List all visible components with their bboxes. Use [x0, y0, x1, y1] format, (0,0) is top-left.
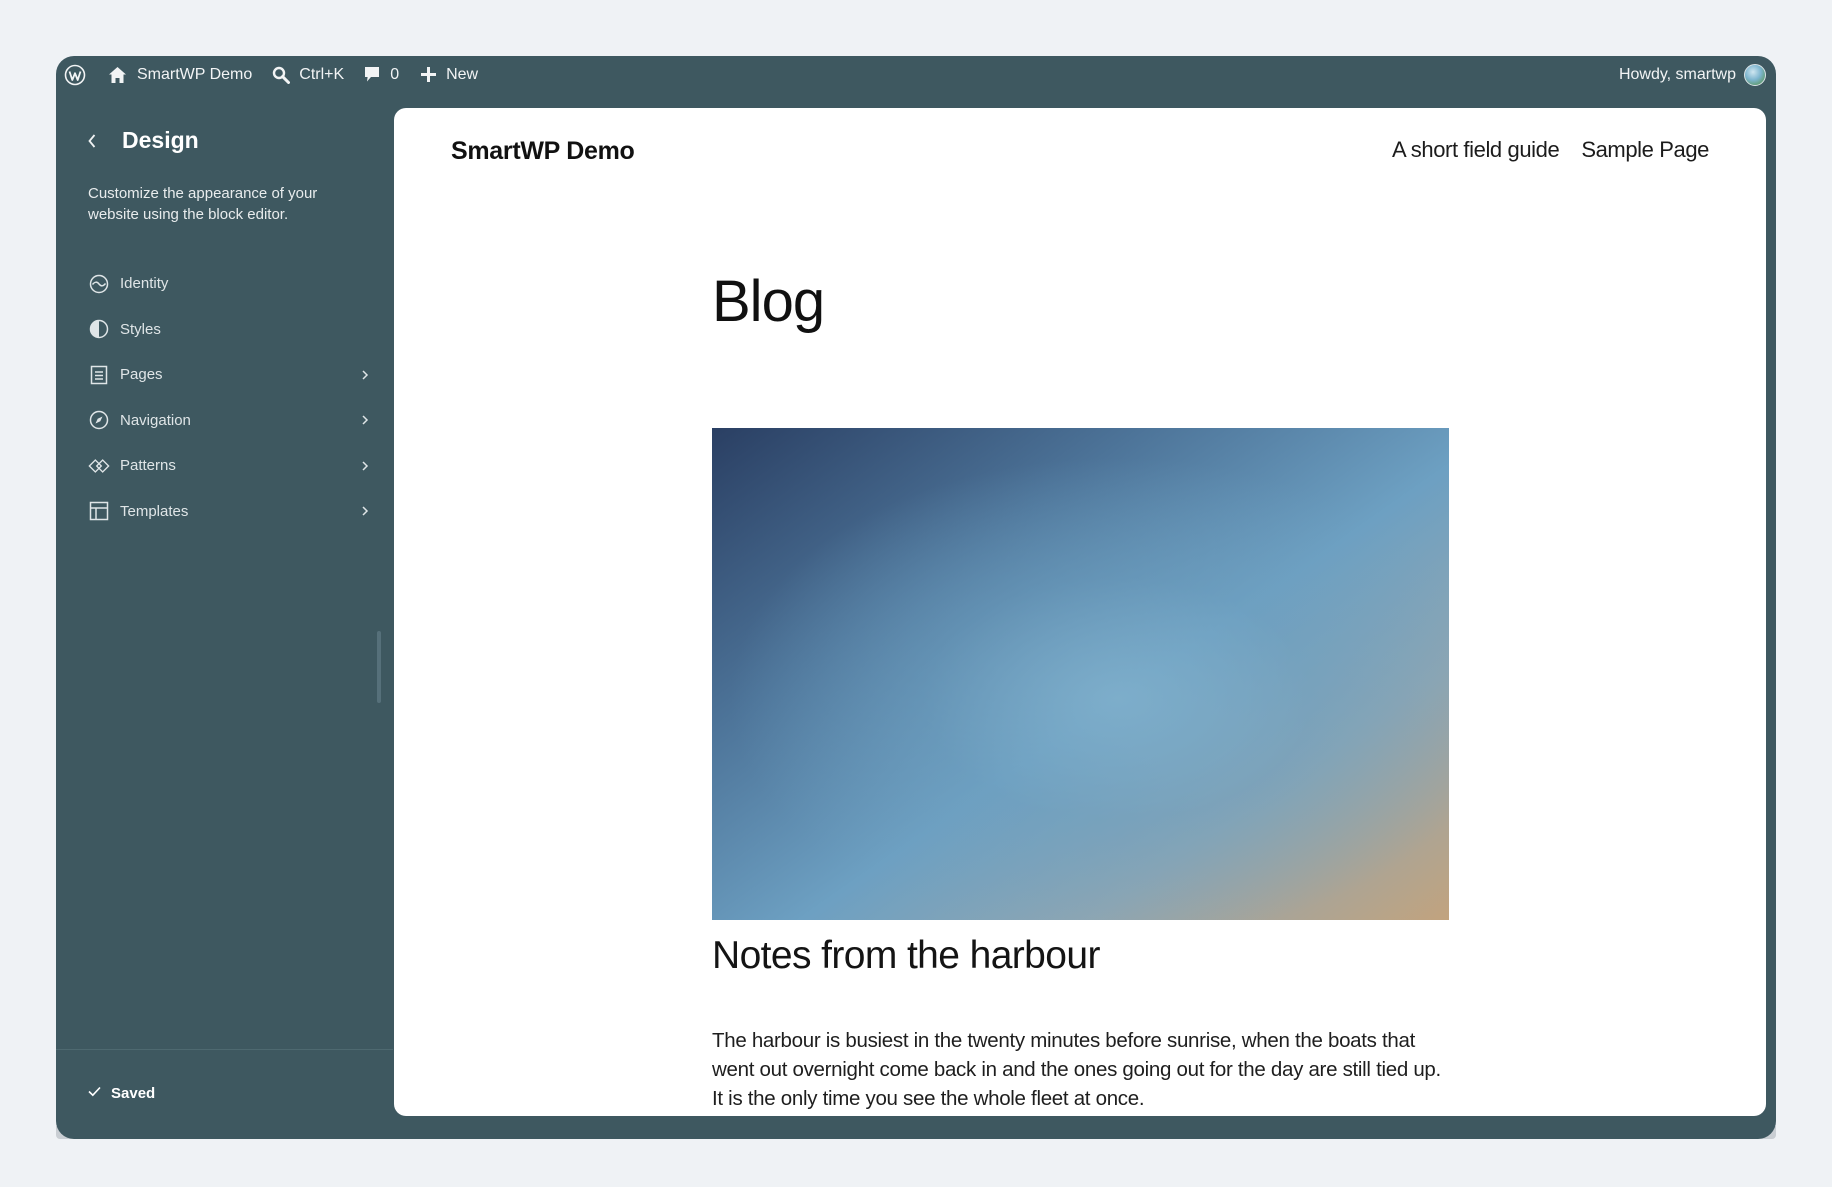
- sidebar-title: Design: [122, 127, 199, 153]
- site-editor-window: SmartWP Demo Ctrl+K 0 New Howdy, smartwp: [56, 56, 1776, 1139]
- navigation-icon: [88, 409, 110, 431]
- sidebar-item-label: Patterns: [120, 457, 176, 475]
- post-title[interactable]: Notes from the harbour: [712, 934, 1100, 978]
- sidebar-item-pages[interactable]: Pages: [88, 352, 373, 398]
- chevron-right-icon: [357, 412, 373, 428]
- sidebar-item-navigation[interactable]: Navigation: [88, 398, 373, 444]
- sidebar-item-label: Pages: [120, 366, 163, 384]
- new-content-button[interactable]: New: [446, 56, 478, 93]
- post-excerpt: The harbour is busiest in the twenty min…: [712, 1029, 1441, 1110]
- back-chevron-icon[interactable]: [80, 129, 104, 153]
- sidebar-item-label: Identity: [120, 275, 169, 293]
- avatar[interactable]: [1744, 63, 1766, 86]
- chevron-right-icon: [357, 367, 373, 383]
- sidebar-item-templates[interactable]: Templates: [88, 489, 373, 535]
- sidebar-item-styles[interactable]: Styles: [88, 307, 373, 353]
- checkmark-icon: [88, 1084, 101, 1102]
- comment-icon[interactable]: [364, 56, 380, 93]
- site-preview-canvas[interactable]: SmartWP Demo A short field guide Sample …: [394, 108, 1766, 1116]
- chevron-right-icon: [357, 458, 373, 474]
- greeting-text[interactable]: Howdy, smartwp: [1619, 66, 1736, 84]
- comments-count[interactable]: 0: [390, 56, 399, 93]
- resize-handle[interactable]: [377, 631, 381, 703]
- patterns-icon: [88, 455, 110, 477]
- admin-bar: SmartWP Demo Ctrl+K 0 New Howdy, smartwp: [56, 56, 1776, 93]
- site-title[interactable]: SmartWP Demo: [451, 137, 635, 166]
- featured-image[interactable]: [712, 428, 1449, 920]
- page-heading: Blog: [712, 269, 825, 334]
- nav-link-sample-page[interactable]: Sample Page: [1581, 137, 1709, 163]
- sidebar-header: Design: [80, 127, 199, 154]
- saved-label: Saved: [111, 1084, 156, 1102]
- chevron-right-icon: [357, 503, 373, 519]
- sidebar-footer: Saved: [56, 1049, 393, 1139]
- sidebar-item-label: Styles: [120, 320, 161, 338]
- design-sidebar: Design Customize the appearance of your …: [56, 93, 393, 1139]
- page-icon: [88, 364, 110, 386]
- plus-icon[interactable]: [421, 56, 437, 93]
- site-name-link[interactable]: SmartWP Demo: [137, 56, 252, 93]
- sidebar-item-label: Templates: [120, 502, 189, 520]
- sidebar-description: Customize the appearance of your website…: [88, 185, 318, 223]
- site-navigation: A short field guide Sample Page: [1370, 137, 1709, 163]
- search-icon[interactable]: [272, 56, 291, 93]
- sidebar-item-label: Navigation: [120, 411, 191, 429]
- save-status: Saved: [88, 1084, 155, 1102]
- nav-link-field-guide[interactable]: A short field guide: [1392, 137, 1560, 163]
- account-menu[interactable]: Howdy, smartwp: [1619, 63, 1766, 86]
- design-nav-list: Identity Styles Pages Navigation Pattern…: [88, 261, 373, 534]
- sidebar-item-patterns[interactable]: Patterns: [88, 443, 373, 489]
- wordpress-logo-icon[interactable]: [64, 56, 86, 93]
- identity-icon: [88, 273, 110, 295]
- home-icon[interactable]: [108, 56, 127, 93]
- sidebar-item-identity[interactable]: Identity: [88, 261, 373, 307]
- styles-icon: [88, 318, 110, 340]
- templates-icon: [88, 500, 110, 522]
- command-palette-shortcut[interactable]: Ctrl+K: [299, 56, 344, 93]
